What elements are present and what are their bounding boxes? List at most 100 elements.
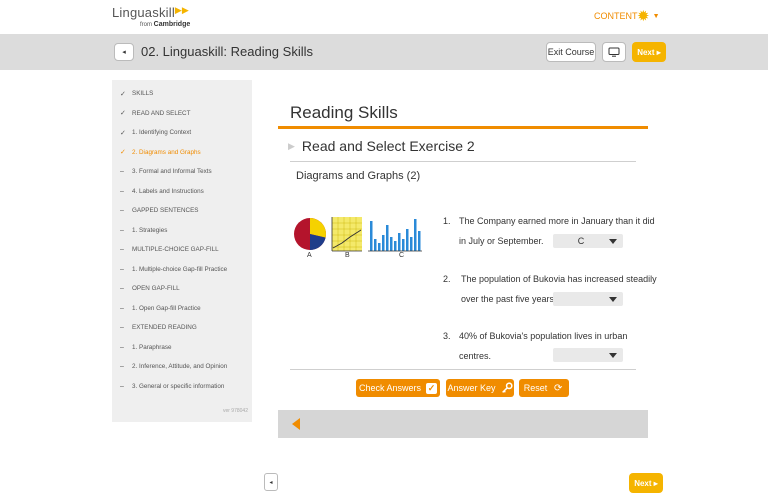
exit-course-button[interactable]: Exit Course — [546, 42, 596, 62]
sidebar-item-label: 2. Inference, Attitude, and Opinion — [132, 363, 228, 371]
footer-back-button[interactable]: ◂ — [264, 473, 278, 491]
sidebar-item[interactable]: –1. Open Gap-fill Practice — [112, 299, 252, 319]
chart-label-a: A — [307, 252, 312, 259]
sidebar-item-label: 3. Formal and Informal Texts — [132, 168, 212, 176]
sidebar-item[interactable]: – MULTIPLE-CHOICE GAP-FILL — [112, 240, 252, 260]
answer-key-label: Answer Key — [447, 383, 496, 393]
check-answers-label: Check Answers — [358, 383, 422, 393]
course-sidebar: ✓ SKILLS ✓ READ AND SELECT ✓ 1. Identifying C… — [112, 80, 252, 422]
linguaskill-logo[interactable]: Linguaskill▶▶ from Cambridge — [112, 4, 190, 28]
sidebar-item[interactable]: – GAPPED SENTENCES — [112, 201, 252, 221]
sidebar-item[interactable]: –1. Multiple-choice Gap-fill Practice — [112, 260, 252, 280]
sidebar-item-label: GAPPED SENTENCES — [132, 207, 199, 215]
answer-select-2[interactable] — [553, 292, 623, 306]
dash-icon: – — [120, 285, 124, 293]
sidebar-item-label: 4. Labels and Instructions — [132, 187, 204, 195]
exercise-divider — [290, 161, 636, 162]
question-text-line2: centres. — [459, 351, 492, 361]
question-text-line2: in July or September. — [459, 236, 544, 246]
bar-chart-icon — [368, 219, 422, 252]
line-chart-icon — [331, 217, 362, 252]
question-text-line1: 40% of Bukovia's population lives in urb… — [459, 331, 628, 341]
sidebar-item[interactable]: – OPEN GAP-FILL — [112, 279, 252, 299]
sidebar-item-label: MULTIPLE-CHOICE GAP-FILL — [132, 246, 219, 254]
dash-icon: – — [120, 304, 124, 312]
refresh-icon: ⟳ — [554, 382, 563, 394]
sidebar-list: ✓ SKILLS ✓ READ AND SELECT ✓ 1. Identifying C… — [112, 80, 252, 396]
questions-divider — [290, 369, 636, 370]
sidebar-item[interactable]: ✓ 2. Diagrams and Graphs — [112, 143, 252, 163]
checkmark-icon: ✓ — [120, 90, 126, 98]
question-text-line2: over the past five years. — [461, 294, 557, 304]
sidebar-item-label: EXTENDED READING — [132, 324, 197, 332]
back-button[interactable]: ◂ — [114, 43, 134, 61]
answer-key-button[interactable]: Answer Key — [446, 379, 514, 397]
sidebar-item-label: 1. Open Gap-fill Practice — [132, 304, 201, 312]
dash-icon: – — [120, 226, 124, 234]
sidebar-item[interactable]: ✓ READ AND SELECT — [112, 104, 252, 124]
chevron-down-icon: ▼ — [652, 12, 660, 20]
screen-mode-button[interactable] — [602, 42, 626, 62]
reset-button[interactable]: Reset ⟳ — [519, 379, 569, 397]
reset-label: Reset — [523, 383, 548, 393]
content-link[interactable]: CONTENT — [594, 11, 638, 21]
key-icon — [501, 382, 513, 393]
question-text-line1: The Company earned more in January than … — [459, 216, 655, 226]
previous-arrow-icon[interactable] — [292, 418, 300, 430]
question-number: 1. — [443, 216, 451, 226]
dash-icon: – — [120, 168, 124, 176]
next-button-top[interactable]: Next ▸ — [632, 42, 666, 62]
top-bar: Linguaskill▶▶ from Cambridge CONTENT ✹ ▼ — [0, 0, 768, 34]
next-button-bottom[interactable]: Next ▸ — [629, 473, 663, 493]
answer-select-1[interactable]: C — [553, 234, 623, 248]
chevron-down-icon — [609, 238, 617, 244]
chevron-down-icon — [609, 296, 617, 302]
title-divider — [278, 126, 648, 129]
sidebar-item[interactable]: –4. Labels and Instructions — [112, 182, 252, 202]
question-number: 3. — [443, 331, 451, 341]
dash-icon: – — [120, 246, 124, 254]
answer-select-value: C — [577, 236, 585, 246]
logo-arrows-icon: ▶▶ — [174, 5, 189, 15]
sidebar-item-label: 3. General or specific information — [132, 382, 225, 390]
page-title: Reading Skills — [290, 103, 398, 122]
sidebar-item[interactable]: – EXTENDED READING — [112, 318, 252, 338]
sidebar-item[interactable]: ✓ 1. Identifying Context — [112, 123, 252, 143]
sidebar-item[interactable]: –3. General or specific information — [112, 377, 252, 397]
dash-icon: – — [120, 363, 124, 371]
dash-icon: – — [120, 382, 124, 390]
logo-from: from — [140, 22, 152, 28]
exercise-title: Read and Select Exercise 2 — [301, 138, 475, 154]
sidebar-item[interactable]: –2. Inference, Attitude, and Opinion — [112, 357, 252, 377]
question-text-line1: The population of Bukovia has increased … — [461, 274, 657, 284]
checkmark-icon: ✓ — [120, 129, 126, 137]
checkmark-icon: ✓ — [120, 110, 126, 118]
settings-menu[interactable]: ✹ ▼ — [637, 7, 667, 25]
chart-label-c: C — [399, 252, 405, 259]
sidebar-item-label: 1. Multiple-choice Gap-fill Practice — [132, 265, 228, 273]
sidebar-item[interactable]: –3. Formal and Informal Texts — [112, 162, 252, 182]
gear-icon: ✹ — [637, 7, 650, 25]
sidebar-item[interactable]: –1. Strategies — [112, 221, 252, 241]
charts-thumbnails — [294, 217, 422, 252]
monitor-icon — [608, 47, 620, 57]
sidebar-item[interactable]: ✓ SKILLS — [112, 84, 252, 104]
check-answers-button[interactable]: Check Answers ✓ — [356, 379, 440, 397]
question-number: 2. — [443, 274, 451, 284]
answer-select-3[interactable] — [553, 348, 623, 362]
logo-name: Linguaskill — [112, 5, 175, 20]
exercise-header[interactable]: ▶ Read and Select Exercise 2 — [288, 138, 475, 154]
dash-icon: – — [120, 343, 124, 351]
sidebar-item-label: READ AND SELECT — [132, 109, 191, 117]
sidebar-item[interactable]: –1. Paraphrase — [112, 338, 252, 358]
unit-title: 02. Linguaskill: Reading Skills — [141, 44, 313, 59]
sidebar-item-label: 1. Paraphrase — [132, 343, 172, 351]
sidebar-item-label: 1. Strategies — [132, 226, 168, 234]
charts-image: A B C — [292, 213, 432, 263]
page-nav-bar — [278, 410, 648, 438]
sidebar-item-label: 1. Identifying Context — [132, 129, 192, 137]
checkmark-icon: ✓ — [426, 382, 438, 394]
version-label: ver 978042 — [222, 408, 248, 414]
dash-icon: – — [120, 187, 124, 195]
chevron-down-icon — [609, 352, 617, 358]
